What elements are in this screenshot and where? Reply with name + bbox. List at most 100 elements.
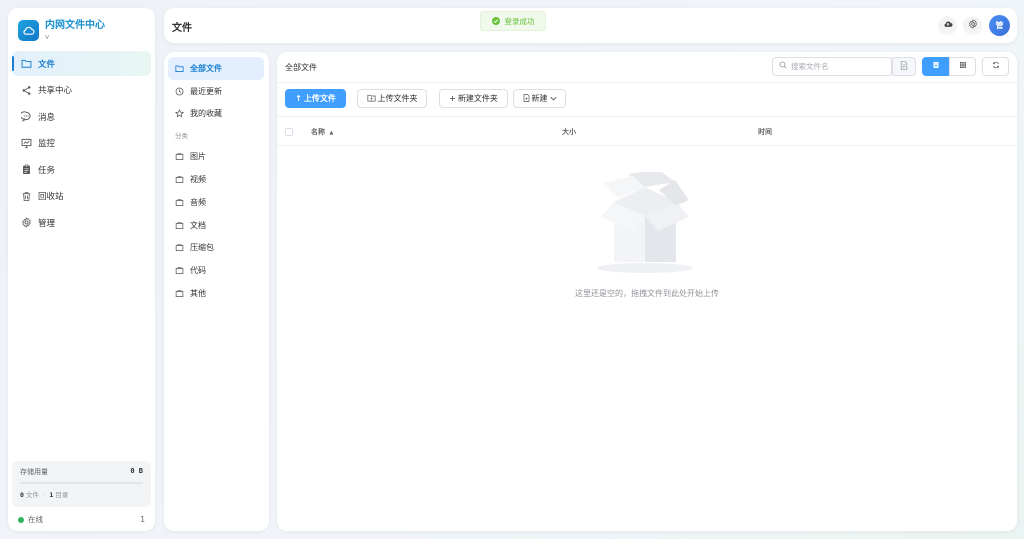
upload-icon: ↑	[295, 94, 302, 103]
cat-item-favorites[interactable]: 我的收藏	[168, 103, 264, 126]
online-count: 1	[140, 515, 145, 524]
chevron-down-icon	[549, 94, 557, 103]
cat-label: 代码	[190, 266, 206, 276]
cat-item-documents[interactable]: 文档	[168, 214, 264, 237]
column-size[interactable]: 大小	[562, 127, 576, 137]
cat-label: 音频	[190, 197, 206, 207]
nav-label: 任务	[38, 165, 56, 176]
nav-item-trash[interactable]: 回收站	[12, 184, 151, 209]
cat-label: 压缩包	[190, 243, 214, 253]
nav-item-messages[interactable]: 消息	[12, 104, 151, 129]
settings-button[interactable]	[963, 16, 982, 35]
trash-icon	[21, 191, 32, 202]
nav-item-tasks[interactable]: 任务	[12, 157, 151, 182]
task-icon	[21, 164, 32, 175]
category-section-label: 分类	[175, 132, 188, 141]
document-icon	[900, 60, 908, 73]
cat-item-all-files[interactable]: 全部文件	[168, 57, 264, 80]
button-label: 上传文件	[303, 94, 336, 103]
brand[interactable]: 内网文件中心 v	[18, 20, 105, 42]
list-view-button[interactable]	[922, 57, 949, 76]
online-dot-icon	[18, 517, 24, 523]
cat-item-audio[interactable]: 音频	[168, 191, 264, 214]
folder-icon	[21, 58, 32, 69]
cloud-logo-icon	[18, 20, 39, 41]
cat-item-recent[interactable]: 最近更新	[168, 80, 264, 103]
button-label: 新建	[531, 94, 548, 103]
refresh-icon	[992, 61, 1000, 72]
nav-label: 监控	[38, 139, 56, 149]
cat-label: 文档	[190, 220, 206, 230]
monitor-icon	[21, 138, 32, 149]
gear-icon	[968, 19, 978, 32]
cloud-upload-button[interactable]	[938, 16, 957, 35]
table-header: 名称 ▲ 大小 时间	[277, 116, 1017, 146]
dirs-count: 1	[49, 491, 54, 499]
upload-file-button[interactable]: ↑ 上传文件	[285, 89, 346, 108]
cat-label: 全部文件	[190, 63, 222, 73]
clock-icon	[175, 87, 184, 96]
folder-icon	[175, 64, 184, 73]
new-folder-button[interactable]: + 新建文件夹	[439, 89, 508, 108]
empty-box-icon	[595, 170, 695, 279]
folder-icon	[175, 198, 184, 207]
nav-item-share[interactable]: 共享中心	[12, 78, 151, 103]
nav-label: 共享中心	[38, 86, 73, 96]
sort-asc-icon: ▲	[329, 130, 334, 136]
nav-label: 消息	[38, 112, 56, 123]
nav-label: 管理	[38, 218, 56, 229]
top-header: 文件 登录成功 管	[164, 8, 1017, 43]
column-name-label: 名称	[311, 128, 325, 136]
files-count: 0	[20, 491, 24, 499]
grid-view-button[interactable]	[949, 57, 976, 76]
sidebar: 内网文件中心 v 文件 共享中心 消息 监控 任务 回收站 管理 存储用量 0 …	[8, 8, 155, 531]
button-label: 新建文件夹	[457, 94, 498, 103]
column-time[interactable]: 时间	[758, 127, 772, 137]
toast-text: 登录成功	[504, 16, 535, 26]
storage-value: 0 B	[130, 467, 143, 475]
search-input[interactable]	[791, 62, 886, 71]
select-all-checkbox[interactable]	[285, 128, 293, 136]
search-mode-button[interactable]	[892, 57, 916, 76]
cat-item-other[interactable]: 其他	[168, 282, 264, 305]
new-dropdown-button[interactable]: 新建	[513, 89, 566, 108]
nav-item-files[interactable]: 文件	[12, 51, 151, 76]
search-box[interactable]	[772, 57, 892, 76]
main-nav: 文件 共享中心 消息 监控 任务 回收站 管理	[12, 51, 151, 237]
nav-item-monitor[interactable]: 监控	[12, 131, 151, 156]
button-label: 上传文件夹	[377, 94, 418, 103]
folder-icon	[175, 266, 184, 275]
online-label: 在线	[28, 515, 43, 524]
folder-icon	[175, 289, 184, 298]
cat-label: 最近更新	[190, 86, 222, 96]
cat-label: 我的收藏	[190, 109, 222, 119]
cat-label: 图片	[190, 152, 206, 162]
success-toast: 登录成功	[480, 11, 546, 31]
folder-icon	[175, 152, 184, 161]
brand-title: 内网文件中心	[45, 20, 105, 31]
breadcrumb[interactable]: 全部文件	[285, 62, 317, 73]
cat-label: 视频	[190, 175, 206, 185]
storage-label: 存储用量	[20, 468, 48, 476]
message-icon	[21, 111, 32, 122]
cat-item-archives[interactable]: 压缩包	[168, 237, 264, 260]
grid-icon	[959, 61, 967, 72]
search-icon	[779, 61, 787, 72]
count-separator: ·	[43, 491, 46, 499]
refresh-button[interactable]	[982, 57, 1009, 76]
cloud-upload-icon	[943, 19, 953, 32]
cat-item-videos[interactable]: 视频	[168, 168, 264, 191]
user-avatar[interactable]: 管	[989, 15, 1010, 36]
cat-item-code[interactable]: 代码	[168, 259, 264, 282]
upload-folder-button[interactable]: 上传文件夹	[357, 89, 427, 108]
column-name[interactable]: 名称 ▲	[311, 127, 333, 137]
cat-item-images[interactable]: 图片	[168, 145, 264, 168]
nav-label: 文件	[38, 59, 56, 70]
cat-label: 其他	[190, 289, 206, 299]
nav-item-admin[interactable]: 管理	[12, 210, 151, 235]
folder-icon	[175, 221, 184, 230]
share-icon	[21, 85, 32, 96]
new-document-icon	[523, 93, 530, 104]
check-circle-icon	[491, 17, 500, 25]
star-icon	[175, 109, 184, 118]
